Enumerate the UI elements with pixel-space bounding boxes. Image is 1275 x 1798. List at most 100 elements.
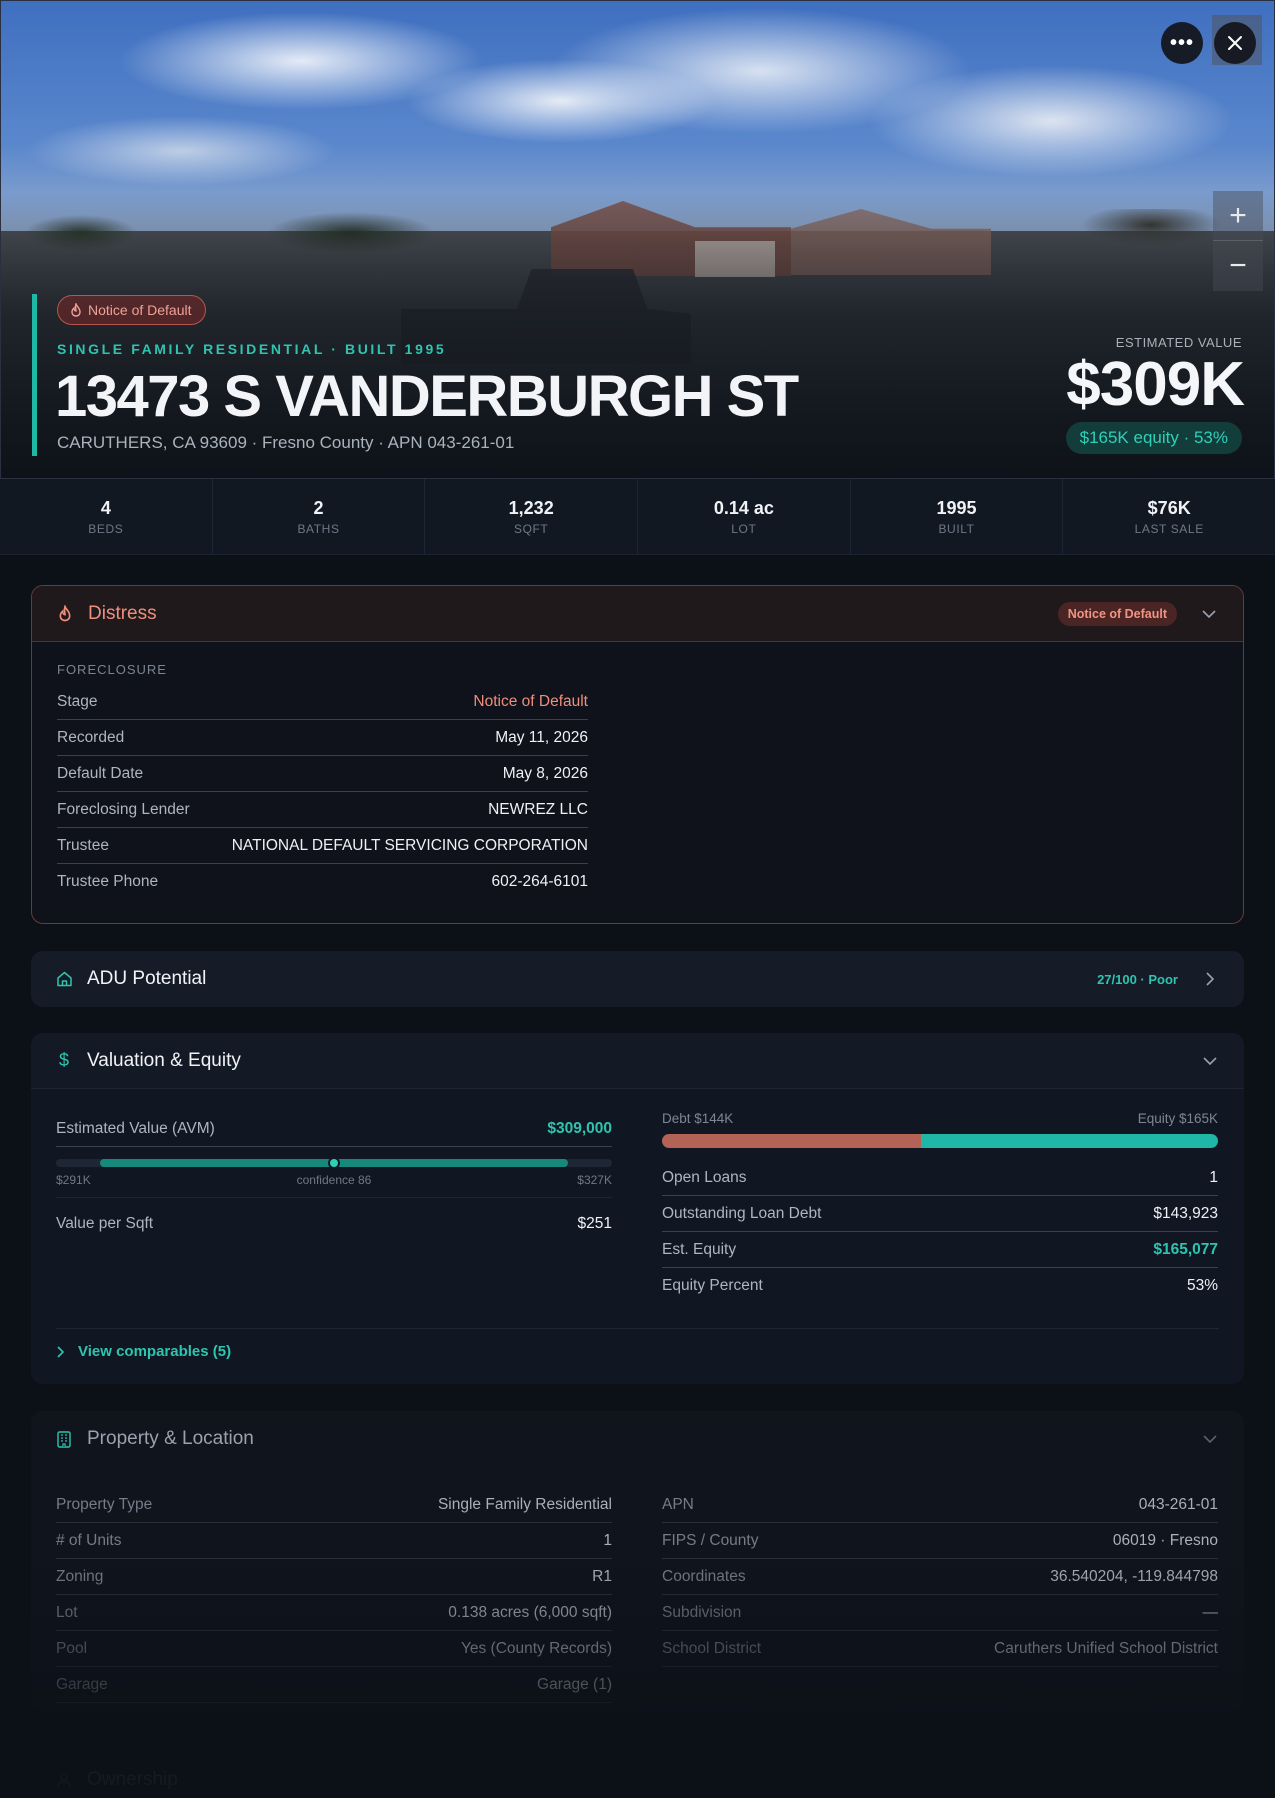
- page-title: 13473 S VANDERBURGH ST: [55, 364, 799, 429]
- equity-segment: [921, 1134, 1218, 1148]
- estimated-value: $309K: [1066, 350, 1245, 419]
- debt-segment: [662, 1134, 922, 1148]
- property-details-left: Property Type Single Family Residential #…: [56, 1487, 612, 1703]
- zoom-out-button[interactable]: −: [1213, 241, 1263, 291]
- detail-label: Zoning: [56, 1567, 104, 1585]
- stat-value: 1995: [936, 497, 977, 518]
- accent-bar: [32, 294, 37, 456]
- detail-label: Stage: [57, 692, 98, 710]
- equity-label: Equity $165K: [1137, 1111, 1218, 1126]
- detail-label: # of Units: [56, 1531, 122, 1549]
- detail-label: Property Type: [56, 1495, 153, 1513]
- ownership-title: Ownership: [87, 1769, 178, 1790]
- stat-label: LOT: [731, 521, 757, 536]
- stat-built: 1995 BUILT: [851, 479, 1064, 554]
- detail-label: Est. Equity: [662, 1240, 737, 1258]
- avm-label: Estimated Value (AVM): [56, 1119, 215, 1137]
- status-badge: Notice of Default: [57, 295, 206, 325]
- stat-value: 1,232: [508, 497, 554, 518]
- stat-beds: 4 BEDS: [0, 479, 213, 554]
- view-comparables-link[interactable]: View comparables (5): [57, 1343, 231, 1360]
- close-button[interactable]: [1214, 22, 1256, 64]
- stat-value: 4: [100, 497, 111, 518]
- stats-bar: 4 BEDS 2 BATHS 1,232 SQFT 0.14 ac LOT 1995 BU…: [0, 479, 1275, 555]
- stat-label: SQFT: [513, 521, 549, 536]
- detail-row: Trustee Phone 602-264-6101: [57, 864, 588, 900]
- stat-label: LAST SALE: [1134, 521, 1204, 536]
- chevron-down-icon[interactable]: [1200, 1429, 1220, 1449]
- detail-row: Coordinates 36.540204, -119.844798: [662, 1559, 1218, 1595]
- property-hero: ••• + − Notice of Default SINGLE FAMILY …: [0, 0, 1275, 479]
- adu-score: 27/100 · Poor: [1097, 971, 1178, 987]
- loan-details: Open Loans 1 Outstanding Loan Debt $143,92…: [662, 1160, 1218, 1304]
- detail-value: Caruthers Unified School District: [994, 1639, 1218, 1657]
- detail-row: Property Type Single Family Residential: [56, 1487, 612, 1523]
- detail-label: Equity Percent: [662, 1277, 763, 1294]
- debt-label: Debt $144K: [662, 1111, 734, 1126]
- detail-value: 602-264-6101: [491, 873, 588, 890]
- zoom-controls: + −: [1213, 191, 1263, 291]
- adu-header[interactable]: ADU Potential 27/100 · Poor: [31, 951, 1244, 1007]
- more-options-button[interactable]: •••: [1161, 22, 1203, 64]
- chevron-right-icon[interactable]: [1200, 969, 1220, 989]
- detail-value: 043-261-01: [1138, 1495, 1218, 1513]
- chevron-down-icon[interactable]: [1199, 604, 1219, 624]
- detail-value: NATIONAL DEFAULT SERVICING CORPORATION: [231, 836, 588, 854]
- stat-last-sale: $76K LAST SALE: [1063, 479, 1275, 554]
- detail-value: NEWREZ LLC: [488, 800, 588, 818]
- detail-label: Recorded: [57, 728, 125, 746]
- detail-value: R1: [592, 1567, 612, 1585]
- ownership-card[interactable]: Ownership: [31, 1752, 1244, 1798]
- detail-label: Garage: [56, 1675, 108, 1693]
- ellipsis-icon: •••: [1169, 32, 1194, 54]
- range-low: $291K: [56, 1173, 91, 1187]
- detail-value: —: [1202, 1603, 1219, 1621]
- detail-value: 0.138 acres (6,000 sqft): [448, 1603, 612, 1621]
- adu-card[interactable]: ADU Potential 27/100 · Poor: [31, 951, 1244, 1007]
- avm-value: $309,000: [547, 1119, 612, 1137]
- detail-row: APN 043-261-01: [662, 1487, 1218, 1523]
- detail-value: Notice of Default: [473, 692, 588, 710]
- distress-header[interactable]: Distress Notice of Default: [32, 586, 1243, 642]
- detail-value: Yes (County Records): [460, 1639, 612, 1657]
- detail-value: 36.540204, -119.844798: [1050, 1567, 1218, 1585]
- valuation-title: Valuation & Equity: [87, 1049, 241, 1071]
- section-label: FORECLOSURE: [57, 662, 167, 677]
- detail-label: Coordinates: [662, 1567, 746, 1585]
- detail-label: Foreclosing Lender: [57, 800, 190, 818]
- detail-row: Subdivision —: [662, 1595, 1218, 1631]
- flame-icon: [56, 605, 74, 623]
- detail-value: Single Family Residential: [437, 1495, 612, 1513]
- detail-value: May 8, 2026: [502, 764, 588, 782]
- range-high: $327K: [577, 1173, 612, 1187]
- adu-title: ADU Potential: [87, 968, 207, 989]
- detail-label: Trustee: [57, 836, 109, 854]
- ownership-header[interactable]: Ownership: [31, 1752, 1244, 1798]
- dollar-icon: $: [58, 1050, 69, 1070]
- zoom-in-button[interactable]: +: [1213, 191, 1263, 241]
- detail-row: Open Loans 1: [662, 1160, 1218, 1196]
- stat-label: BUILT: [938, 521, 975, 536]
- debt-equity-bar: [662, 1134, 1218, 1148]
- detail-label: Open Loans: [662, 1168, 747, 1186]
- value-per-sqft-row: Value per Sqft $251: [56, 1206, 612, 1242]
- property-header[interactable]: Property & Location: [31, 1411, 1244, 1467]
- property-card: Property & Location Property Type Single …: [31, 1411, 1244, 1711]
- detail-row: Stage Notice of Default: [57, 684, 588, 720]
- detail-value: May 11, 2026: [495, 728, 588, 746]
- detail-value: 1: [1209, 1168, 1218, 1186]
- detail-row: Lot 0.138 acres (6,000 sqft): [56, 1595, 612, 1631]
- property-details-right: APN 043-261-01 FIPS / County 06019 · Fresn…: [662, 1487, 1218, 1667]
- property-subtitle: CARUTHERS, CA 93609 · Fresno County · AP…: [57, 433, 515, 452]
- chevron-right-icon: [57, 1345, 64, 1358]
- valuation-header[interactable]: $ Valuation & Equity: [31, 1033, 1244, 1089]
- stat-label: BATHS: [297, 521, 340, 536]
- status-badge-label: Notice of Default: [88, 302, 192, 318]
- foreclosure-section: FORECLOSURE Stage Notice of Default Recor…: [32, 642, 613, 900]
- avm-row: Estimated Value (AVM) $309,000: [56, 1111, 612, 1147]
- detail-row: Recorded May 11, 2026: [57, 720, 588, 756]
- detail-value: Garage (1): [537, 1675, 612, 1693]
- detail-value: 1: [603, 1531, 612, 1549]
- detail-label: FIPS / County: [662, 1531, 759, 1549]
- chevron-down-icon[interactable]: [1200, 1051, 1220, 1071]
